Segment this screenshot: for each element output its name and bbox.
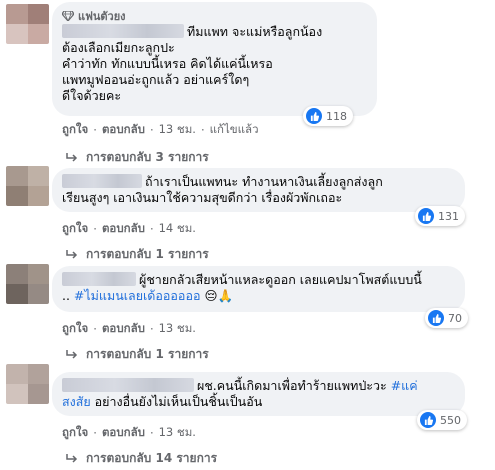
hashtag-link[interactable]: สงสัย <box>62 394 91 409</box>
comment-line: ถ้าเราเป็นแพทนะ ทำงานหาเงินเลี้ยงลูกส่งล… <box>62 174 453 190</box>
reply-arrow-icon <box>66 453 78 463</box>
like-reaction-icon <box>428 310 444 326</box>
commenter-name[interactable] <box>62 174 142 188</box>
like-count: 550 <box>440 413 461 427</box>
reply-button[interactable]: ตอบกลับ <box>102 220 145 238</box>
reaction-count[interactable]: 70 <box>425 308 468 328</box>
view-replies-button[interactable]: การตอบกลับ 1 รายการ <box>66 245 209 264</box>
comment-bubble: แฟนตัวยง ทีมแพท จะแม่หรือลูกน้อง ต้องเลื… <box>52 2 377 116</box>
timestamp[interactable]: 13 ชม. <box>159 320 196 338</box>
comment-line: คำว่าทัก ทักแบบนี้เหรอ คิดได้แค่นี้เหรอ <box>62 56 273 71</box>
reply-arrow-icon <box>66 249 78 259</box>
comment-actions: ถูกใจ · ตอบกลับ · 13 ชม. <box>62 320 196 338</box>
like-count: 70 <box>448 311 462 325</box>
like-reaction-icon <box>418 208 434 224</box>
like-count: 118 <box>326 109 347 123</box>
avatar[interactable] <box>6 364 49 404</box>
reply-arrow-icon <box>66 152 78 162</box>
edited-label[interactable]: แก้ไขแล้ว <box>210 121 259 139</box>
timestamp[interactable]: 14 ชม. <box>159 220 196 238</box>
view-replies-button[interactable]: การตอบกลับ 3 รายการ <box>66 148 209 167</box>
comment-actions: ถูกใจ · ตอบกลับ · 14 ชม. <box>62 220 196 238</box>
comment-line: ต้องเลือกเมียกะลูกปะ <box>62 40 175 55</box>
like-button[interactable]: ถูกใจ <box>62 121 88 139</box>
reply-arrow-icon <box>66 349 78 359</box>
reply-button[interactable]: ตอบกลับ <box>102 320 145 338</box>
comment-line: แพทมูฟออนอ่ะถูกแล้ว อย่าแคร์ใดๆ <box>62 72 250 87</box>
comment-line: ทีมแพท จะแม่หรือลูกน้อง <box>62 24 365 40</box>
like-button[interactable]: ถูกใจ <box>62 320 88 338</box>
reply-button[interactable]: ตอบกลับ <box>102 121 145 139</box>
comment-actions: ถูกใจ · ตอบกลับ · 13 ชม. · แก้ไขแล้ว <box>62 121 259 139</box>
like-reaction-icon <box>420 412 436 428</box>
comment-line: .. #ไม่แมนเลยเด้ออออออ 😔🙏 <box>62 288 234 303</box>
view-replies-button[interactable]: การตอบกลับ 14 รายการ <box>66 449 217 468</box>
reply-button[interactable]: ตอบกลับ <box>102 424 145 442</box>
comment-bubble: ผช.คนนี้เกิดมาเพื่อทำร้ายแพทป่ะวะ #แค่ ส… <box>52 372 465 416</box>
hashtag-link[interactable]: #แค่ <box>391 378 418 393</box>
like-button[interactable]: ถูกใจ <box>62 424 88 442</box>
replies-label: การตอบกลับ 1 รายการ <box>86 347 209 361</box>
comment-line: เรียนสูงๆ เอาเงินมาใช้ความสุขดีกว่า เรื่… <box>62 190 343 205</box>
comment-actions: ถูกใจ · ตอบกลับ · 13 ชม. <box>62 424 196 442</box>
like-reaction-icon <box>306 108 322 124</box>
comment-line: สงสัย อย่างอื่นยังไม่เห็นเป็นชิ้นเป็นอัน <box>62 394 263 409</box>
replies-label: การตอบกลับ 1 รายการ <box>86 247 209 261</box>
avatar[interactable] <box>6 166 49 206</box>
like-button[interactable]: ถูกใจ <box>62 220 88 238</box>
replies-label: การตอบกลับ 3 รายการ <box>86 150 209 164</box>
comment-line: ดีใจด้วยคะ <box>62 88 122 103</box>
avatar[interactable] <box>6 4 49 44</box>
reaction-count[interactable]: 550 <box>417 410 467 430</box>
timestamp[interactable]: 13 ชม. <box>159 424 196 442</box>
avatar[interactable] <box>6 264 49 304</box>
comment-bubble: ถ้าเราเป็นแพทนะ ทำงานหาเงินเลี้ยงลูกส่งล… <box>52 168 465 212</box>
reaction-count[interactable]: 131 <box>415 206 465 226</box>
commenter-name[interactable] <box>62 272 136 286</box>
comment-line: ผช.คนนี้เกิดมาเพื่อทำร้ายแพทป่ะวะ #แค่ <box>62 378 453 394</box>
commenter-name[interactable] <box>62 378 194 392</box>
comment-line: ผู้ชายกลัวเสียหน้าแหละดูออก เลยแคปมาโพสต… <box>62 272 453 288</box>
badge-label: แฟนตัวยง <box>78 10 126 23</box>
timestamp[interactable]: 13 ชม. <box>159 121 196 139</box>
view-replies-button[interactable]: การตอบกลับ 1 รายการ <box>66 345 209 364</box>
commenter-name[interactable] <box>62 24 184 38</box>
diamond-icon <box>62 11 74 21</box>
replies-label: การตอบกลับ 14 รายการ <box>86 451 218 465</box>
top-fan-badge: แฟนตัวยง <box>62 8 365 24</box>
like-count: 131 <box>438 209 459 223</box>
comment-bubble: ผู้ชายกลัวเสียหน้าแหละดูออก เลยแคปมาโพสต… <box>52 266 465 312</box>
reaction-count[interactable]: 118 <box>303 106 353 126</box>
hashtag-link[interactable]: #ไม่แมนเลยเด้ออออออ <box>74 288 201 303</box>
